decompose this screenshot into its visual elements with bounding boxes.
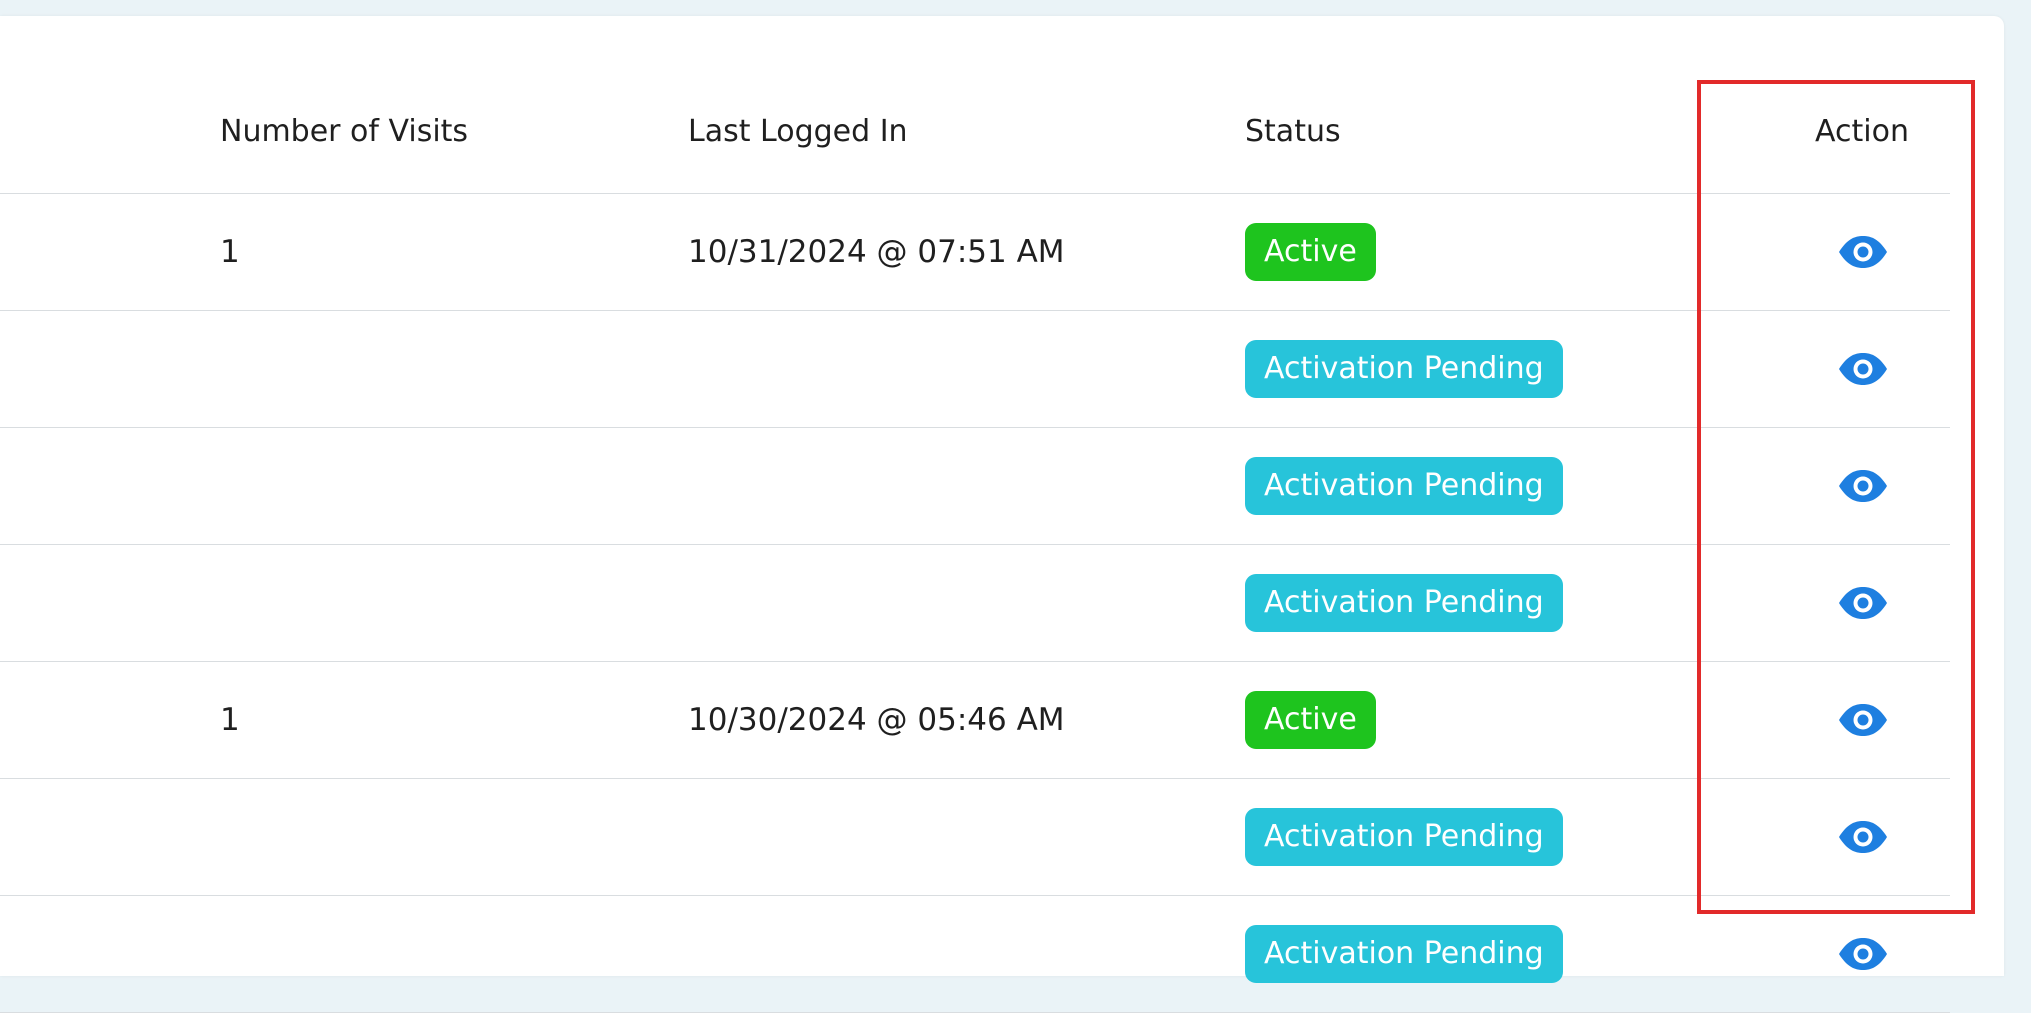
action-cell — [1775, 662, 1950, 778]
eye-icon — [1838, 587, 1887, 619]
action-cell — [1775, 896, 1950, 1012]
header-last-logged-in[interactable]: Last Logged In — [688, 16, 908, 193]
action-cell — [1775, 311, 1950, 427]
visits-cell: 1 — [220, 702, 240, 738]
users-table: Number of Visits Last Logged In Status A… — [0, 16, 1950, 1013]
table-row: Activation Pending — [0, 311, 1950, 428]
eye-icon — [1838, 821, 1887, 853]
action-cell — [1775, 779, 1950, 895]
view-button[interactable] — [1837, 936, 1889, 972]
table-header-row: Number of Visits Last Logged In Status A… — [0, 16, 1950, 194]
status-badge: Activation Pending — [1245, 574, 1563, 632]
header-action: Action — [1815, 114, 1909, 149]
table-row: Activation Pending — [0, 545, 1950, 662]
table-row: 1 10/31/2024 @ 07:51 AM Active — [0, 194, 1950, 311]
users-table-card: Number of Visits Last Logged In Status A… — [0, 16, 2004, 1013]
view-button[interactable] — [1837, 702, 1889, 738]
status-cell: Activation Pending — [1245, 896, 1563, 1012]
status-cell: Active — [1245, 194, 1376, 310]
view-button[interactable] — [1837, 351, 1889, 387]
status-cell: Activation Pending — [1245, 779, 1563, 895]
eye-icon — [1838, 704, 1887, 736]
status-cell: Active — [1245, 662, 1376, 778]
view-button[interactable] — [1837, 819, 1889, 855]
table-row: Activation Pending — [0, 428, 1950, 545]
status-badge: Activation Pending — [1245, 340, 1563, 398]
status-badge: Activation Pending — [1245, 808, 1563, 866]
action-cell — [1775, 194, 1950, 310]
action-cell — [1775, 545, 1950, 661]
visits-cell: 1 — [220, 234, 240, 270]
status-badge: Active — [1245, 223, 1376, 281]
last-logged-in-cell: 10/31/2024 @ 07:51 AM — [688, 234, 1065, 270]
status-cell: Activation Pending — [1245, 428, 1563, 544]
table-row: Activation Pending — [0, 779, 1950, 896]
status-cell: Activation Pending — [1245, 545, 1563, 661]
eye-icon — [1838, 353, 1887, 385]
table-row: Activation Pending — [0, 896, 1950, 1013]
eye-icon — [1838, 938, 1887, 970]
status-badge: Activation Pending — [1245, 925, 1563, 983]
view-button[interactable] — [1837, 234, 1889, 270]
header-status[interactable]: Status — [1245, 16, 1341, 193]
status-badge: Active — [1245, 691, 1376, 749]
view-button[interactable] — [1837, 585, 1889, 621]
header-number-of-visits[interactable]: Number of Visits — [220, 16, 468, 193]
status-cell: Activation Pending — [1245, 311, 1563, 427]
last-logged-in-cell: 10/30/2024 @ 05:46 AM — [688, 702, 1065, 738]
view-button[interactable] — [1837, 468, 1889, 504]
status-badge: Activation Pending — [1245, 457, 1563, 515]
eye-icon — [1838, 236, 1887, 268]
table-row: 1 10/30/2024 @ 05:46 AM Active — [0, 662, 1950, 779]
action-cell — [1775, 428, 1950, 544]
eye-icon — [1838, 470, 1887, 502]
